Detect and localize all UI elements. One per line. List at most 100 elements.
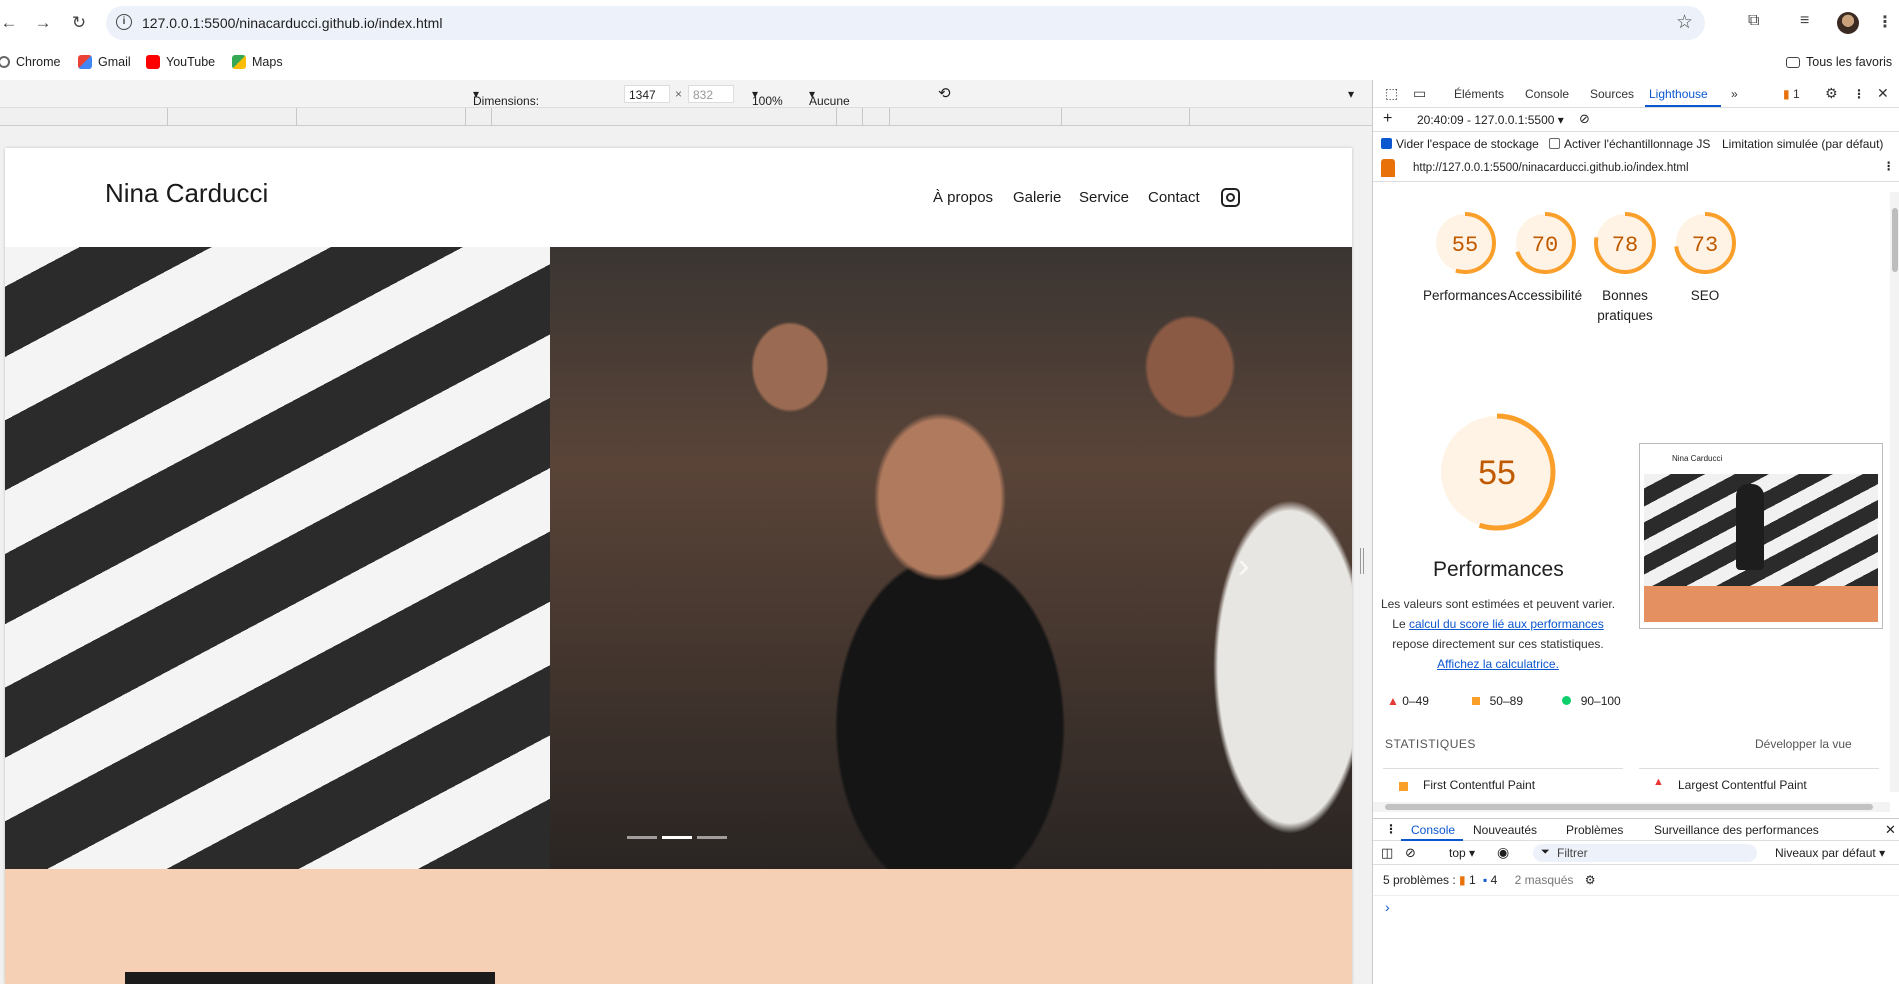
address-bar[interactable]: i 127.0.0.1:5500/ninacarducci.github.io/…: [106, 6, 1705, 40]
score-label: SEO: [1690, 288, 1720, 303]
carousel-indicator[interactable]: [627, 836, 657, 839]
live-expression-eye-icon[interactable]: ◉: [1497, 844, 1509, 861]
console-filter-input[interactable]: ⏷ Filtrer: [1533, 844, 1757, 862]
rotate-icon[interactable]: ⟲: [938, 84, 951, 102]
devtools-panel: ⬚ ▭ Éléments Console Sources Lighthouse …: [1372, 80, 1899, 984]
score-gauge[interactable]: 73: [1673, 211, 1737, 275]
js-sampling-option[interactable]: Activer l'échantillonnage JS: [1549, 137, 1710, 151]
legend-average-icon: [1472, 697, 1481, 705]
devtools-menu-icon[interactable]: ⋮: [1853, 87, 1865, 101]
url-text: 127.0.0.1:5500/ninacarducci.github.io/in…: [142, 15, 443, 31]
score-value: 78: [1612, 233, 1638, 258]
expand-view-button[interactable]: Développer la vue: [1755, 737, 1852, 751]
concert-crowd-image: [550, 247, 1352, 869]
extensions-icon[interactable]: ⧉: [1748, 12, 1759, 30]
back-icon[interactable]: ←: [0, 10, 22, 36]
checkbox-checked[interactable]: [1381, 138, 1392, 149]
throttling-mode[interactable]: Limitation simulée (par défaut): [1722, 137, 1883, 151]
tab-lighthouse[interactable]: Lighthouse: [1649, 87, 1708, 101]
js-sampling-label: Activer l'échantillonnage JS: [1564, 137, 1711, 151]
nav-about[interactable]: À propos: [933, 189, 993, 206]
reload-icon[interactable]: ↻: [66, 10, 92, 36]
score-gauge[interactable]: 70: [1513, 211, 1577, 275]
profile-avatar[interactable]: [1837, 12, 1859, 34]
tab-sources[interactable]: Sources: [1590, 87, 1634, 101]
log-levels-select[interactable]: Niveaux par défaut ▾: [1775, 846, 1885, 860]
menu-kebab-icon[interactable]: ⋮: [1877, 12, 1893, 32]
drawer-tab-whats-new[interactable]: Nouveautés: [1473, 823, 1537, 837]
tab-elements[interactable]: Éléments: [1454, 87, 1504, 101]
site-brand[interactable]: Nina Carducci: [105, 178, 268, 209]
console-prompt[interactable]: ›: [1385, 899, 1390, 915]
metric-lcp: Largest Contentful Paint: [1678, 778, 1807, 792]
horizontal-scrollbar[interactable]: [1373, 802, 1890, 812]
clear-console-icon[interactable]: ⊘: [1405, 845, 1416, 861]
width-input[interactable]: 1347: [624, 85, 670, 103]
bookmark-chrome[interactable]: Chrome: [0, 55, 60, 69]
height-input[interactable]: 832: [688, 85, 734, 103]
report-select[interactable]: 20:40:09 - 127.0.0.1:5500 ▾: [1417, 113, 1564, 127]
new-report-icon[interactable]: +: [1383, 110, 1392, 128]
device-toolbar: Dimensions: Réactivité ▾ 1347 × 832 100%…: [0, 80, 1372, 122]
more-tabs-icon[interactable]: »: [1731, 87, 1738, 101]
checkbox[interactable]: [1549, 138, 1560, 149]
bookmark-star-icon[interactable]: ☆: [1676, 11, 1693, 34]
filter-icon: ⏷: [1541, 846, 1550, 858]
clear-storage-option[interactable]: Vider l'espace de stockage: [1381, 137, 1539, 151]
report-menu-icon[interactable]: ⋮: [1883, 159, 1895, 173]
zoom-select[interactable]: 100% ▾: [752, 87, 783, 108]
nav-service[interactable]: Service: [1079, 189, 1129, 206]
divider: [1383, 768, 1623, 769]
device-options-icon[interactable]: ▾: [1348, 87, 1354, 101]
drawer-tab-issues[interactable]: Problèmes: [1566, 823, 1623, 837]
inspect-icon[interactable]: ⬚: [1385, 85, 1398, 102]
log-levels-label: Niveaux par défaut: [1775, 846, 1876, 860]
bookmark-label: Gmail: [98, 55, 131, 69]
close-devtools-icon[interactable]: ✕: [1877, 85, 1889, 102]
divider: [1373, 895, 1899, 896]
problems-settings-icon[interactable]: ⚙: [1585, 873, 1596, 887]
bookmark-maps[interactable]: Maps: [232, 55, 283, 69]
bookmarks-bar: Chrome Gmail YouTube Maps Tous les favor…: [0, 46, 1899, 80]
drawer-menu-icon[interactable]: ⋮: [1385, 822, 1397, 836]
site-info-icon[interactable]: i: [116, 14, 132, 30]
instagram-icon[interactable]: [1221, 188, 1240, 207]
vertical-scrollbar[interactable]: [1890, 192, 1899, 792]
perf-description: Les valeurs sont estimées et peuvent var…: [1373, 594, 1623, 674]
carousel-indicator[interactable]: [697, 836, 727, 839]
carousel-indicator-active[interactable]: [662, 836, 692, 839]
issues-count[interactable]: 1: [1793, 87, 1800, 101]
sidebar-toggle-icon[interactable]: ◫: [1381, 845, 1393, 861]
nav-gallery[interactable]: Galerie: [1013, 189, 1061, 206]
viewport-resize-handle[interactable]: [1360, 548, 1364, 574]
score-calculation-link[interactable]: calcul du score lié aux performances: [1409, 617, 1604, 631]
warning-icon: ▮: [1459, 873, 1466, 887]
calculator-link[interactable]: Affichez la calculatrice.: [1437, 657, 1559, 671]
score-gauge[interactable]: 78: [1593, 211, 1657, 275]
all-bookmarks[interactable]: Tous les favoris: [1786, 55, 1892, 69]
bookmark-youtube[interactable]: YouTube: [146, 55, 215, 69]
clear-icon[interactable]: ⊘: [1579, 111, 1590, 127]
nav-contact[interactable]: Contact: [1148, 189, 1200, 206]
drawer-tab-perf-monitor[interactable]: Surveillance des performances: [1654, 823, 1819, 837]
tab-console[interactable]: Console: [1525, 87, 1569, 101]
scrollbar-thumb[interactable]: [1385, 804, 1873, 810]
dimensions-select[interactable]: Dimensions: Réactivité ▾: [473, 87, 539, 122]
context-select[interactable]: top ▾: [1449, 846, 1475, 860]
forward-icon[interactable]: →: [30, 10, 56, 36]
media-controls-icon[interactable]: ≡: [1800, 12, 1809, 30]
scrollbar-thumb[interactable]: [1892, 208, 1898, 272]
settings-gear-icon[interactable]: ⚙: [1825, 85, 1838, 102]
close-drawer-icon[interactable]: ✕: [1885, 822, 1896, 838]
big-performance-gauge: 55: [1438, 413, 1556, 531]
issues-icon[interactable]: ▮: [1783, 87, 1790, 101]
device-toggle-icon[interactable]: ▭: [1413, 85, 1426, 102]
problems-summary[interactable]: 5 problèmes : ▮ 1 ▪ 4 2 masqués ⚙: [1383, 873, 1595, 887]
score-gauge[interactable]: 55: [1433, 211, 1497, 275]
media-query-ruler[interactable]: [0, 108, 1372, 126]
throttle-select[interactable]: Aucune limitation ▾: [809, 87, 856, 122]
folder-icon: [1786, 56, 1800, 68]
bookmark-gmail[interactable]: Gmail: [78, 55, 131, 69]
carousel-next-arrow[interactable]: ›: [1238, 547, 1249, 586]
drawer-tab-console[interactable]: Console: [1411, 823, 1455, 837]
